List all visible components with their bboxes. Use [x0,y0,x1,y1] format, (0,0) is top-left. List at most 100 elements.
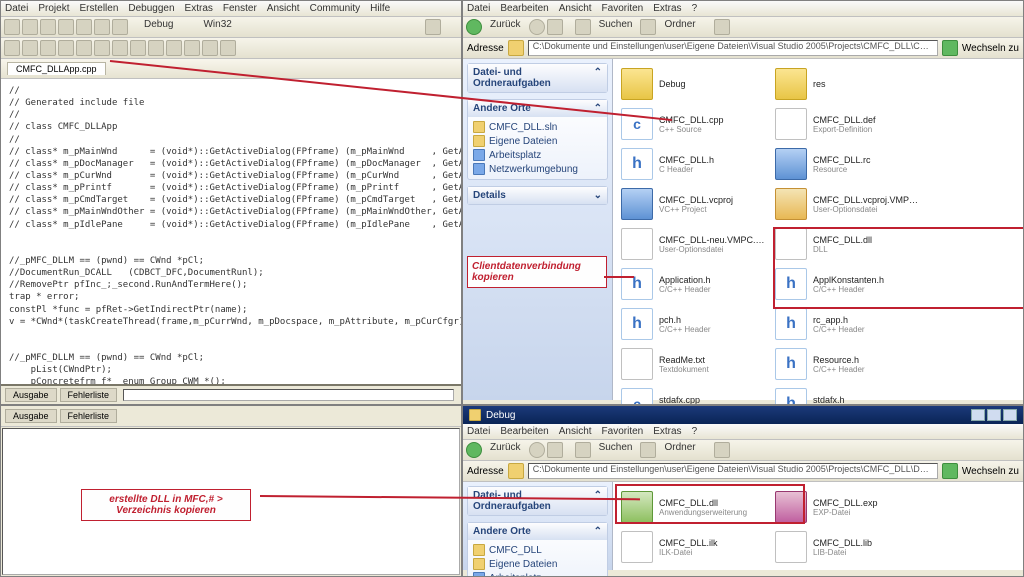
file-item[interactable]: CMFC_DLL-neu.VMPC.u...User-Optionsdatei [619,225,769,263]
go-button[interactable] [942,40,958,56]
menu-item[interactable]: Hilfe [370,3,390,14]
back-button[interactable] [466,19,482,35]
toolbar-button[interactable] [112,19,128,35]
go-label[interactable]: Wechseln zu [962,43,1019,54]
task-link[interactable]: CMFC_DLL [473,543,602,557]
file-item[interactable]: pch.hC/C++ Header [619,305,769,343]
output-tab[interactable]: Ausgabe [5,409,57,423]
menu-item[interactable]: Fenster [223,3,257,14]
file-item[interactable]: Debug [619,65,769,103]
toolbar-button[interactable] [76,40,92,56]
menu-item[interactable]: Datei [467,426,490,437]
task-header[interactable]: Andere Orte [473,526,531,537]
menu-item[interactable]: ? [692,426,698,437]
toolbar-button[interactable] [148,40,164,56]
toolbar-button[interactable] [22,19,38,35]
menu-item[interactable]: Extras [653,3,681,14]
task-header[interactable]: Details [473,190,506,201]
file-item[interactable]: CMFC_DLL.defExport-Definition [773,105,923,143]
file-item[interactable]: CMFC_DLL.ilkILK-Datei [619,528,769,566]
toolbar-button[interactable] [184,40,200,56]
views-button[interactable] [714,442,730,458]
menu-item[interactable]: Favoriten [602,3,644,14]
menu-item[interactable]: Extras [185,3,213,14]
back-label[interactable]: Zurück [484,19,527,35]
search-label[interactable]: Suchen [593,442,639,458]
menu-item[interactable]: Bearbeiten [500,3,548,14]
menu-item[interactable]: ? [692,3,698,14]
search-icon[interactable] [575,19,591,35]
task-link[interactable]: Arbeitsplatz [473,148,602,162]
collapse-icon[interactable]: ⌃ [594,67,602,89]
forward-button[interactable] [529,442,545,458]
toolbar-button[interactable] [58,40,74,56]
file-item[interactable]: Resource.hC/C++ Header [773,345,923,383]
menu-item[interactable]: Ansicht [559,426,592,437]
toolbar-button[interactable] [425,19,441,35]
task-link[interactable]: Eigene Dateien [473,134,602,148]
file-item[interactable]: CMFC_DLL.libLIB-Datei [773,528,923,566]
file-list[interactable]: DebugresCMFC_DLL.cppC++ SourceCMFC_DLL.d… [613,59,1023,400]
views-button[interactable] [714,19,730,35]
expand-icon[interactable]: ⌄ [594,190,602,201]
forward-button[interactable] [529,19,545,35]
menu-item[interactable]: Community [310,3,361,14]
collapse-icon[interactable]: ⌃ [594,526,602,537]
file-item[interactable]: stdafx.hC/C++ Header [773,385,923,405]
search-label[interactable]: Suchen [593,19,639,35]
back-label[interactable]: Zurück [484,442,527,458]
file-item[interactable]: rc_app.hC/C++ Header [773,305,923,343]
toolbar-button[interactable] [22,40,38,56]
output-tab[interactable]: Fehlerliste [60,388,118,402]
task-link[interactable]: Netzwerkumgebung [473,162,602,176]
file-item[interactable]: CMFC_DLL.vcprojVC++ Project [619,185,769,223]
toolbar-button[interactable] [202,40,218,56]
menu-item[interactable]: Ansicht [267,3,300,14]
task-header[interactable]: Datei- und Ordneraufgaben [473,490,594,512]
minimize-button[interactable] [971,409,985,421]
toolbar-button[interactable] [40,19,56,35]
file-item[interactable]: CMFC_DLL.cppC++ Source [619,105,769,143]
address-field[interactable]: C:\Dokumente und Einstellungen\user\Eige… [528,40,938,56]
menu-item[interactable]: Datei [5,3,28,14]
menu-item[interactable]: Bearbeiten [500,426,548,437]
code-editor[interactable]: // // Generated include file // // class… [1,79,461,384]
go-label[interactable]: Wechseln zu [962,466,1019,477]
toolbar-button[interactable] [40,40,56,56]
menu-item[interactable]: Projekt [38,3,69,14]
folders-label[interactable]: Ordner [658,442,701,458]
folders-icon[interactable] [640,442,656,458]
task-link[interactable]: Eigene Dateien [473,557,602,571]
file-item[interactable]: Application.hC/C++ Header [619,265,769,303]
folders-label[interactable]: Ordner [658,19,701,35]
close-button[interactable] [1003,409,1017,421]
go-button[interactable] [942,463,958,479]
maximize-button[interactable] [987,409,1001,421]
output-tab[interactable]: Ausgabe [5,388,57,402]
task-link[interactable]: CMFC_DLL.sln [473,120,602,134]
file-item[interactable]: CMFC_DLL.rcResource [773,145,923,183]
file-item[interactable]: CMFC_DLL.hC Header [619,145,769,183]
output-tab[interactable]: Fehlerliste [60,409,118,423]
search-icon[interactable] [575,442,591,458]
back-button[interactable] [466,442,482,458]
collapse-icon[interactable]: ⌃ [594,490,602,512]
menu-item[interactable]: Erstellen [79,3,118,14]
task-link[interactable]: Arbeitsplatz [473,571,602,577]
toolbar-button[interactable] [112,40,128,56]
file-item[interactable]: stdafx.cppC++ Source [619,385,769,405]
toolbar-button[interactable] [4,40,20,56]
up-button[interactable] [547,442,563,458]
file-list[interactable]: CMFC_DLL.dllAnwendungserweiterungCMFC_DL… [613,482,1023,570]
file-tab[interactable]: CMFC_DLLApp.cpp [7,62,106,75]
menu-item[interactable]: Ansicht [559,3,592,14]
config-combo[interactable]: Debug [138,19,179,35]
menu-item[interactable]: Extras [653,426,681,437]
platform-combo[interactable]: Win32 [197,19,237,35]
address-field[interactable]: C:\Dokumente und Einstellungen\user\Eige… [528,463,938,479]
toolbar-button[interactable] [130,40,146,56]
menu-item[interactable]: Favoriten [602,426,644,437]
file-item[interactable]: CMFC_DLL.vcproj.VMPC.u...User-Optionsdat… [773,185,923,223]
toolbar-button[interactable] [58,19,74,35]
up-button[interactable] [547,19,563,35]
